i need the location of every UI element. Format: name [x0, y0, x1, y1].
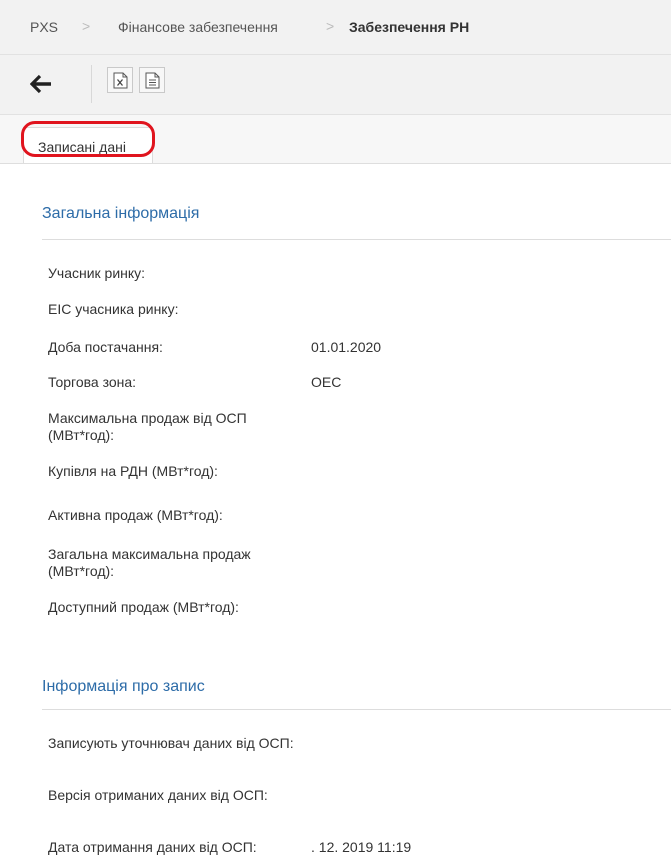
section-title-record: Інформація про запис	[42, 678, 205, 695]
field-label-max-sale-tso: Максимальна продаж від ОСП (МВт*год):	[48, 410, 247, 443]
field-value-delivery-day: 01.01.2020	[311, 339, 382, 355]
back-button[interactable]	[29, 73, 52, 95]
field-label-eic: EIC учасника ринку:	[48, 301, 179, 317]
excel-file-icon	[113, 72, 128, 89]
field-value-trading-zone: OEC	[311, 374, 342, 390]
field-label-recorder: Записують уточнювач даних від ОСП:	[48, 735, 294, 751]
breadcrumb: PXS > Фінансове забезпечення > Забезпече…	[0, 0, 671, 55]
toolbar-divider	[91, 65, 92, 103]
toolbar	[0, 55, 671, 115]
field-label-available-sale: Доступний продаж (МВт*год):	[48, 599, 239, 615]
breadcrumb-item-pxs[interactable]: PXS	[30, 19, 58, 35]
breadcrumb-separator: >	[326, 18, 335, 34]
breadcrumb-item-current: Забезпечення РН	[349, 19, 470, 35]
field-label-market-participant: Учасник ринку:	[48, 265, 146, 281]
field-label-active-sale: Активна продаж (МВт*год):	[48, 507, 223, 523]
field-label-total-max-sale: Загальна максимальна продаж (МВт*год):	[48, 546, 251, 579]
export-excel-button[interactable]	[107, 67, 133, 93]
field-value-received-date: . 12. 2019 11:19	[311, 839, 412, 855]
breadcrumb-separator: >	[82, 18, 91, 34]
field-label-delivery-day: Доба постачання:	[48, 339, 163, 355]
breadcrumb-item-financial-security[interactable]: Фінансове забезпечення	[118, 19, 278, 35]
field-label-dam-purchase: Купівля на РДН (МВт*год):	[48, 463, 218, 479]
export-document-button[interactable]	[139, 67, 165, 93]
field-label-data-version: Версія отриманих даних від ОСП:	[48, 787, 268, 803]
tab-highlight-annotation	[21, 121, 155, 157]
section-divider	[42, 709, 671, 710]
document-icon	[145, 72, 160, 89]
field-label-trading-zone: Торгова зона:	[48, 374, 137, 390]
section-divider	[42, 239, 671, 240]
section-title-general: Загальна інформація	[42, 205, 200, 222]
arrow-left-icon	[29, 74, 51, 94]
field-label-received-date: Дата отримання даних від ОСП:	[48, 839, 257, 855]
